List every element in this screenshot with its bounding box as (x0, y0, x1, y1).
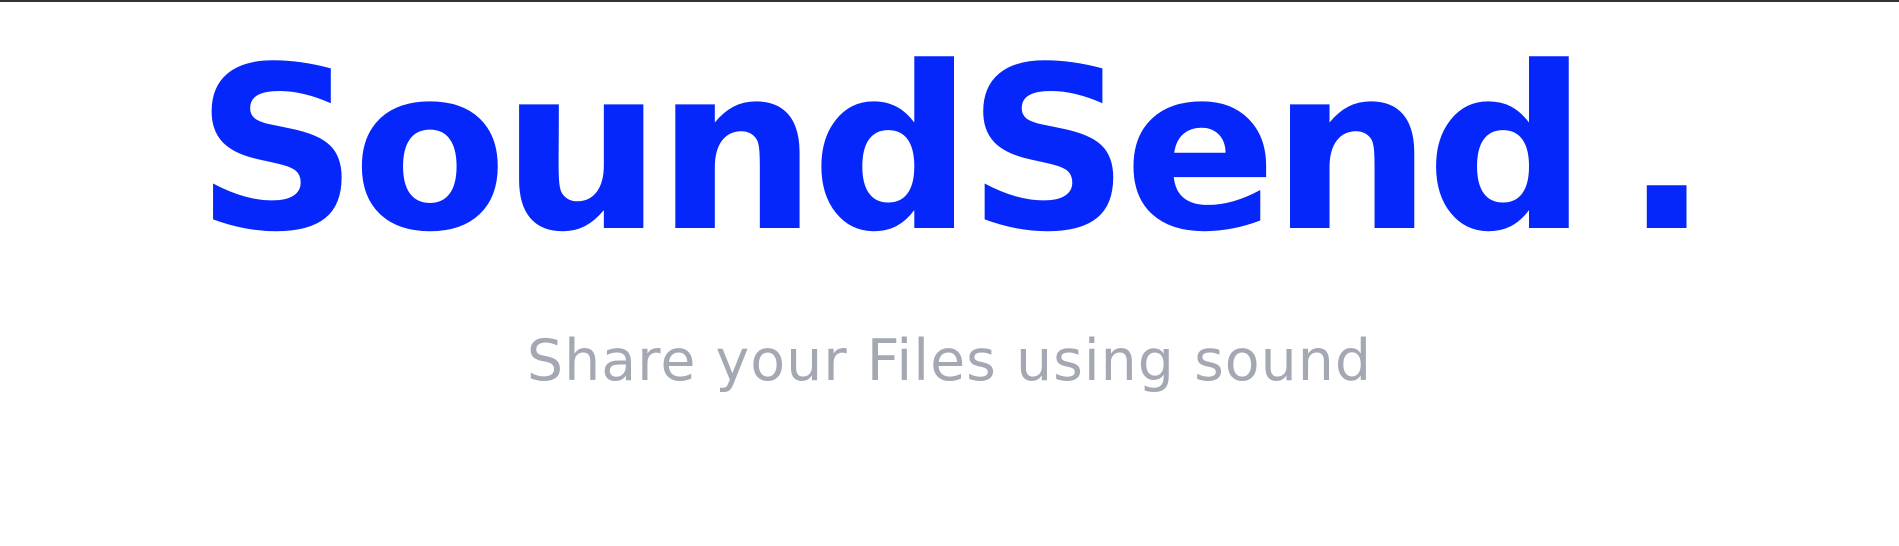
brand-logo: SoundSend. (0, 38, 1899, 264)
hero-section: SoundSend. Share your Files using sound (0, 0, 1899, 546)
brand-tagline: Share your Files using sound (526, 328, 1373, 394)
brand-logo-dot: . (1623, 19, 1710, 282)
brand-name: SoundSend (195, 19, 1587, 282)
